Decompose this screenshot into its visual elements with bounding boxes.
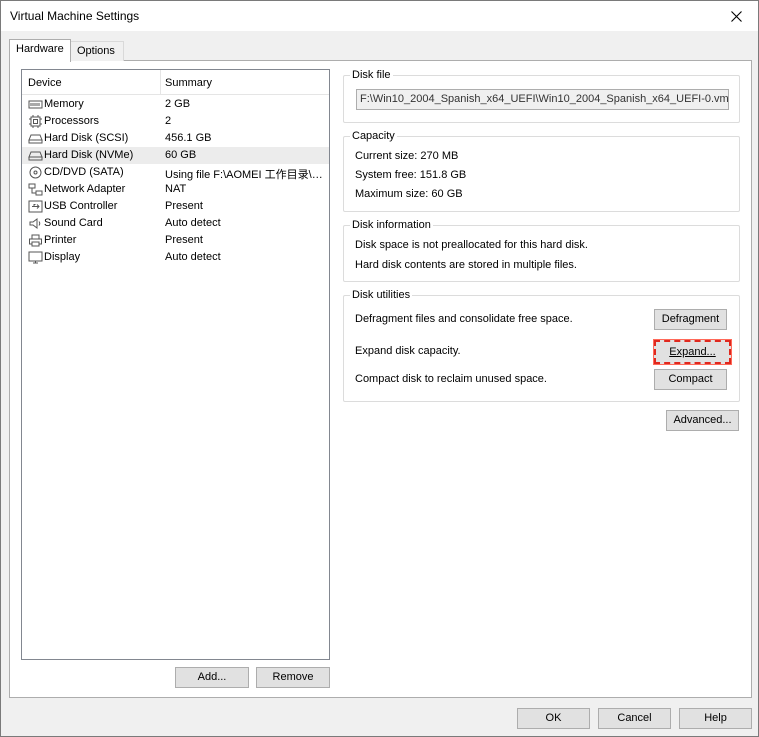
remove-device-button[interactable]: Remove	[256, 667, 330, 688]
device-summary: Present	[165, 200, 203, 212]
device-summary: 60 GB	[165, 149, 197, 161]
disk-information-group: Disk information Disk space is not preal…	[343, 219, 740, 282]
add-device-button[interactable]: Add...	[175, 667, 249, 688]
expand-button[interactable]: Expand...	[653, 339, 732, 365]
device-row-network-adapter[interactable]: Network Adapter NAT	[22, 181, 329, 198]
device-summary: 2 GB	[165, 98, 191, 110]
hard-disk-icon	[27, 148, 43, 162]
device-list[interactable]: Device Summary Memory 2 GB Processors 2	[21, 69, 330, 660]
settings-window: Virtual Machine Settings Hardware Option…	[0, 0, 759, 737]
compact-description: Compact disk to reclaim unused space.	[355, 373, 547, 385]
sound-icon	[27, 216, 43, 230]
device-row-printer[interactable]: Printer Present	[22, 232, 329, 249]
maximum-size-text: Maximum size: 60 GB	[355, 188, 463, 200]
advanced-button[interactable]: Advanced...	[666, 410, 739, 431]
display-icon	[27, 250, 43, 264]
device-row-memory[interactable]: Memory 2 GB	[22, 96, 329, 113]
device-summary: Auto detect	[165, 251, 221, 263]
device-summary: Present	[165, 234, 203, 246]
usb-icon	[27, 199, 43, 213]
device-name: Hard Disk (SCSI)	[44, 132, 129, 144]
expand-button-label: Expand...	[669, 346, 716, 358]
device-summary: Auto detect	[165, 217, 221, 229]
device-row-processors[interactable]: Processors 2	[22, 113, 329, 130]
disk-info-line-1: Disk space is not preallocated for this …	[355, 239, 588, 251]
expand-description: Expand disk capacity.	[355, 345, 461, 357]
hard-disk-icon	[27, 131, 43, 145]
device-row-hard-disk-nvme[interactable]: Hard Disk (NVMe) 60 GB	[22, 147, 329, 164]
cd-dvd-icon	[27, 165, 43, 179]
defragment-button[interactable]: Defragment	[654, 309, 727, 330]
disk-information-label: Disk information	[350, 219, 433, 231]
device-name: Display	[44, 251, 81, 263]
cancel-button[interactable]: Cancel	[598, 708, 671, 729]
column-header-device[interactable]: Device	[28, 77, 62, 89]
capacity-group: Capacity Current size: 270 MB System fre…	[343, 130, 740, 212]
help-button[interactable]: Help	[679, 708, 752, 729]
disk-utilities-label: Disk utilities	[350, 289, 413, 301]
processor-icon	[27, 114, 43, 128]
device-row-display[interactable]: Display Auto detect	[22, 249, 329, 266]
device-name: Sound Card	[44, 217, 103, 229]
system-free-text: System free: 151.8 GB	[355, 169, 467, 181]
column-divider[interactable]	[160, 70, 161, 95]
compact-button[interactable]: Compact	[654, 369, 727, 390]
disk-info-line-2: Hard disk contents are stored in multipl…	[355, 259, 577, 271]
device-name: Memory	[44, 98, 84, 110]
tab-options[interactable]: Options	[70, 41, 124, 61]
list-header: Device Summary	[22, 70, 329, 95]
tab-hardware[interactable]: Hardware	[9, 39, 71, 62]
device-row-cd-dvd[interactable]: CD/DVD (SATA) Using file F:\AOMEI 工作目录\…	[22, 164, 329, 181]
device-name: CD/DVD (SATA)	[44, 166, 124, 178]
printer-icon	[27, 233, 43, 247]
device-row-usb-controller[interactable]: USB Controller Present	[22, 198, 329, 215]
window-title: Virtual Machine Settings	[10, 9, 140, 23]
device-summary: Using file F:\AOMEI 工作目录\…	[165, 169, 323, 181]
device-rows: Memory 2 GB Processors 2 Hard Disk (SCSI…	[22, 96, 329, 266]
current-size-text: Current size: 270 MB	[355, 150, 459, 162]
disk-file-group: Disk file F:\Win10_2004_Spanish_x64_UEFI…	[343, 69, 740, 123]
network-adapter-icon	[27, 182, 43, 196]
device-name: Printer	[44, 234, 77, 246]
device-name: Network Adapter	[44, 183, 126, 195]
device-row-sound-card[interactable]: Sound Card Auto detect	[22, 215, 329, 232]
device-name: USB Controller	[44, 200, 118, 212]
ok-button[interactable]: OK	[517, 708, 590, 729]
device-summary: 456.1 GB	[165, 132, 212, 144]
disk-file-label: Disk file	[350, 69, 393, 81]
memory-icon	[27, 97, 43, 111]
disk-file-path-field[interactable]: F:\Win10_2004_Spanish_x64_UEFI\Win10_200…	[356, 89, 729, 110]
device-name: Hard Disk (NVMe)	[44, 149, 134, 161]
device-summary: NAT	[165, 183, 187, 195]
close-icon	[730, 10, 742, 22]
device-row-hard-disk-scsi[interactable]: Hard Disk (SCSI) 456.1 GB	[22, 130, 329, 147]
capacity-label: Capacity	[350, 130, 397, 142]
device-summary: 2	[165, 115, 172, 127]
defragment-description: Defragment files and consolidate free sp…	[355, 313, 573, 325]
close-button[interactable]	[714, 1, 758, 31]
column-header-summary[interactable]: Summary	[165, 77, 212, 89]
device-name: Processors	[44, 115, 100, 127]
title-bar: Virtual Machine Settings	[1, 1, 758, 31]
